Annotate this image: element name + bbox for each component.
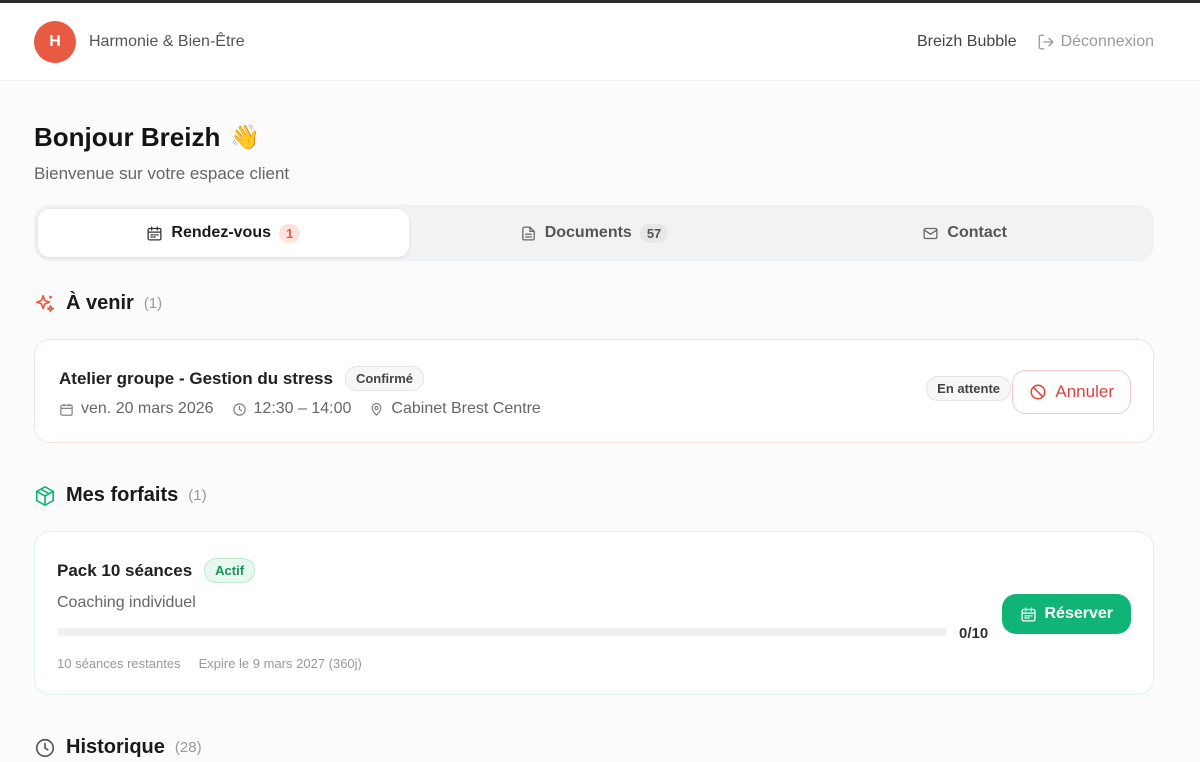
appointment-card[interactable]: Atelier groupe - Gestion du stress Confi… — [34, 339, 1154, 443]
tab-count-badge: 1 — [279, 223, 301, 243]
user-name: Breizh Bubble — [916, 32, 1017, 50]
reserve-label: Réserver — [1044, 605, 1114, 622]
tab-label: Contact — [947, 224, 1007, 241]
appointment-location: Cabinet Brest Centre — [369, 400, 541, 418]
logout-icon — [1038, 34, 1054, 49]
confirmed-badge: Confirmé — [344, 366, 425, 391]
greeting-text: Bonjour Breizh — [34, 122, 221, 152]
tab-label: Documents — [544, 224, 632, 241]
package-title-row: Pack 10 séances Actif — [57, 558, 256, 583]
section-heading: Historique — [66, 736, 165, 758]
cancel-label: Annuler — [1055, 382, 1114, 401]
tab-rendez-vous[interactable]: Rendez-vous 1 — [38, 209, 409, 257]
appointment-date: ven. 20 mars 2026 — [59, 400, 214, 418]
calendar-icon — [60, 403, 73, 416]
section-count: (28) — [174, 739, 202, 756]
section-heading: À venir — [66, 292, 134, 314]
cancel-button[interactable]: Annuler — [1012, 370, 1131, 414]
wave-emoji-icon: 👋 — [230, 124, 261, 151]
clock-icon — [232, 402, 246, 416]
package-progress-bar — [57, 628, 947, 636]
page-title: Bonjour Breizh 👋 — [34, 122, 260, 153]
location-text: Cabinet Brest Centre — [391, 400, 541, 417]
clock-icon — [35, 738, 55, 757]
ban-icon — [1030, 384, 1046, 400]
active-badge: Actif — [204, 558, 256, 583]
map-pin-icon — [371, 402, 382, 416]
status-badge: En attente — [926, 376, 1011, 401]
brand-name: Harmonie & Bien-Être — [89, 32, 245, 50]
remaining-sessions: 10 séances restantes — [57, 656, 181, 671]
package-description: Coaching individuel — [57, 594, 196, 611]
document-icon — [521, 225, 535, 241]
logout-button[interactable]: Déconnexion — [1037, 33, 1154, 51]
time-text: 12:30 – 14:00 — [253, 400, 352, 417]
tab-contact[interactable]: Contact — [779, 209, 1150, 257]
tab-count-badge: 57 — [639, 223, 669, 243]
package-name: Pack 10 séances — [57, 560, 193, 580]
sparkles-icon — [35, 294, 55, 312]
tab-documents[interactable]: Documents 57 — [409, 209, 780, 257]
section-count: (1) — [188, 487, 207, 504]
calendar-icon — [147, 225, 162, 241]
upcoming-section-title: À venir (1) — [34, 292, 162, 315]
appointment-name: Atelier groupe - Gestion du stress — [59, 368, 333, 388]
progress-label: 0/10 — [959, 625, 989, 642]
logout-label: Déconnexion — [1060, 32, 1154, 50]
app-header: H Harmonie & Bien-Être Breizh Bubble Déc… — [0, 3, 1200, 81]
section-count: (1) — [143, 295, 163, 312]
tab-label: Rendez-vous — [171, 224, 271, 241]
reserve-button[interactable]: Réserver — [1001, 594, 1131, 634]
brand-avatar: H — [34, 20, 76, 63]
mail-icon — [923, 227, 938, 239]
tab-bar: Rendez-vous 1 Documents 57 Contact — [34, 205, 1154, 261]
date-text: ven. 20 mars 2026 — [81, 400, 214, 417]
appointment-meta: ven. 20 mars 2026 12:30 – 14:00 Cabinet … — [59, 400, 541, 418]
appointment-time: 12:30 – 14:00 — [232, 400, 352, 418]
calendar-icon — [1020, 606, 1036, 622]
package-icon — [35, 485, 55, 506]
page-subtitle: Bienvenue sur votre espace client — [34, 164, 290, 183]
history-section-title: Historique (28) — [34, 736, 202, 759]
package-card[interactable]: Pack 10 séances Actif Coaching individue… — [34, 531, 1154, 695]
package-footer: 10 séances restantes Expire le 9 mars 20… — [57, 656, 362, 671]
expiry-date: Expire le 9 mars 2027 (360j) — [198, 656, 362, 671]
packages-section-title: Mes forfaits (1) — [34, 484, 207, 507]
section-heading: Mes forfaits — [66, 484, 179, 506]
appointment-title-row: Atelier groupe - Gestion du stress Confi… — [59, 366, 425, 391]
